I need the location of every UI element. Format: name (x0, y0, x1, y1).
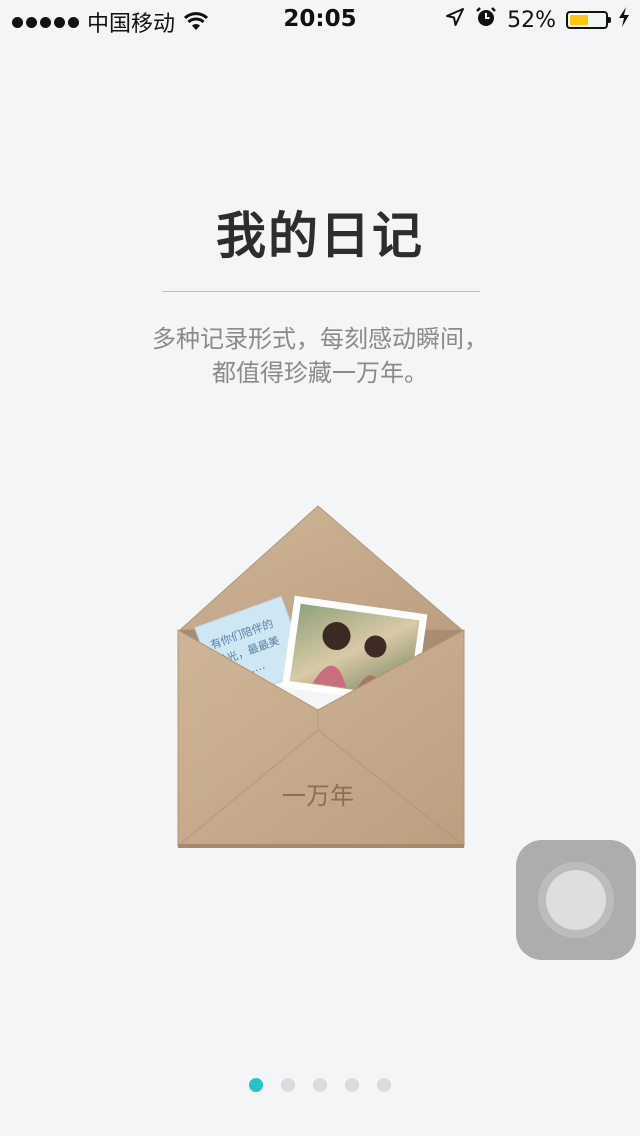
subtitle-line-2: 都值得珍藏一万年。 (212, 359, 428, 387)
page-dot[interactable] (249, 1078, 263, 1092)
title-divider (162, 291, 480, 292)
alarm-icon (475, 6, 497, 34)
battery-percent: 52% (507, 7, 556, 33)
charging-icon (618, 6, 630, 34)
location-arrow-icon (445, 7, 465, 33)
page-dot[interactable] (345, 1078, 359, 1092)
battery-level-fill (570, 15, 588, 25)
assistive-touch-center (546, 870, 606, 930)
envelope-text: 一万年 (282, 782, 354, 810)
battery-icon (566, 11, 611, 29)
status-right: 52% (445, 6, 630, 34)
page-dot[interactable] (313, 1078, 327, 1092)
page-dot[interactable] (377, 1078, 391, 1092)
envelope-illustration: 有你们陪伴的 时光，最最美 好光…… 一万年 (177, 505, 465, 848)
page-dot[interactable] (281, 1078, 295, 1092)
subtitle-line-1: 多种记录形式，每刻感动瞬间， (152, 325, 488, 353)
status-bar: 中国移动 20:05 52% (0, 0, 640, 40)
subtitle: 多种记录形式，每刻感动瞬间， 都值得珍藏一万年。 (0, 322, 640, 390)
page-title: 我的日记 (216, 207, 424, 265)
assistive-touch-button[interactable] (516, 840, 636, 960)
page-indicator[interactable] (0, 1078, 640, 1092)
